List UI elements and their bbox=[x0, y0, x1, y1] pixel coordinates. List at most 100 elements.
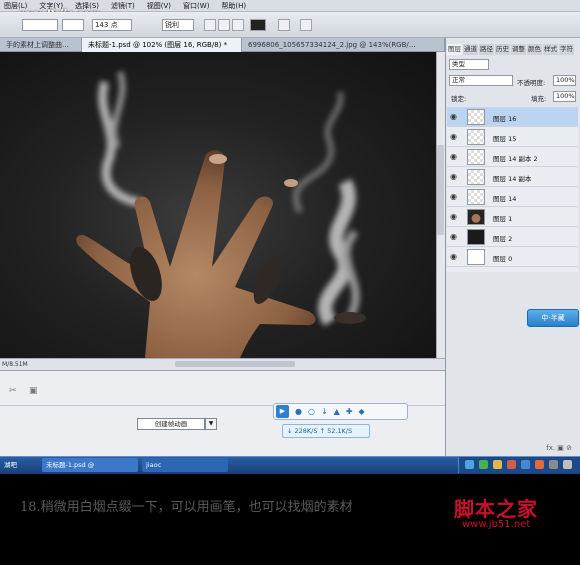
document-tabs: 手的素材上调整曲… 未标题-1.psd @ 102% (图层 16, RGB/8… bbox=[0, 38, 445, 52]
layer-name: 图层 14 副本 2 bbox=[493, 155, 538, 163]
menu-item[interactable]: 窗口(W) bbox=[183, 1, 209, 11]
align-left-icon[interactable] bbox=[204, 19, 216, 31]
search-icon[interactable]: ○ bbox=[308, 407, 315, 416]
antialias-select[interactable]: 锐利 bbox=[162, 19, 194, 31]
tray-icon[interactable] bbox=[521, 460, 530, 469]
layer-row[interactable]: ◉ 图层 14 副本 bbox=[447, 167, 578, 187]
layer-thumbnail bbox=[467, 189, 485, 205]
tray-icon[interactable] bbox=[563, 460, 572, 469]
menu-item[interactable]: 帮助(H) bbox=[221, 1, 246, 11]
tab-channels[interactable]: 通道 bbox=[463, 44, 478, 55]
eye-icon[interactable]: ◉ bbox=[450, 112, 459, 121]
tutorial-caption: 18.稍微用白烟点缀一下，可以用画笔，也可以找烟的素材 bbox=[20, 500, 353, 515]
vertical-scroll-thumb[interactable] bbox=[437, 145, 444, 235]
user-icon[interactable]: ● bbox=[295, 407, 302, 416]
layer-thumbnail bbox=[467, 129, 485, 145]
layer-row[interactable]: ◉ 图层 16 bbox=[447, 107, 578, 127]
layer-row[interactable]: ◉ 图层 14 副本 2 bbox=[447, 147, 578, 167]
layer-filter-row: 类型 bbox=[447, 58, 578, 71]
warp-text-icon[interactable] bbox=[278, 19, 290, 31]
tab-styles[interactable]: 样式 bbox=[543, 44, 558, 55]
eye-icon[interactable]: ◉ bbox=[450, 152, 459, 161]
menu-item[interactable]: 滤镜(T) bbox=[111, 1, 135, 11]
font-family-select[interactable] bbox=[22, 19, 58, 31]
create-frame-animation-button[interactable]: 创建帧动画 bbox=[137, 418, 205, 430]
tray-icon[interactable] bbox=[493, 460, 502, 469]
taskbar-item-photoshop[interactable]: 未标题-1.psd @ bbox=[42, 458, 138, 472]
scissors-icon[interactable]: ✂ bbox=[9, 386, 17, 396]
font-style-select[interactable] bbox=[62, 19, 84, 31]
tab-color[interactable]: 颜色 bbox=[527, 44, 542, 55]
layer-row[interactable]: ◉ 图层 0 bbox=[447, 247, 578, 267]
layer-thumbnail bbox=[467, 229, 485, 245]
eye-icon[interactable]: ◉ bbox=[450, 172, 459, 181]
layer-row[interactable]: ◉ 图层 14 bbox=[447, 187, 578, 207]
layer-row[interactable]: ◉ 图层 1 bbox=[447, 207, 578, 227]
hand bbox=[76, 150, 366, 358]
brand-logo: 脚本之家 bbox=[454, 497, 538, 521]
chevron-down-icon[interactable]: ▼ bbox=[205, 418, 217, 430]
layer-thumbnail bbox=[467, 209, 485, 225]
blend-mode-select[interactable]: 正常 bbox=[449, 75, 513, 86]
opacity-field[interactable]: 100% bbox=[553, 75, 576, 86]
tray-icon[interactable] bbox=[507, 460, 516, 469]
layer-name: 图层 16 bbox=[493, 115, 517, 123]
layer-thumbnail bbox=[467, 249, 485, 265]
menu-item[interactable]: 视图(V) bbox=[147, 1, 171, 11]
tray-icon[interactable] bbox=[535, 460, 544, 469]
frame-icon[interactable]: ▣ bbox=[29, 386, 38, 396]
floating-toolbar: ▶ ● ○ ↓ ▲ ✚ ◆ bbox=[273, 403, 408, 420]
character-panel-icon[interactable] bbox=[300, 19, 312, 31]
font-size-field[interactable]: 143 点 bbox=[92, 19, 132, 31]
tab-history[interactable]: 历史 bbox=[495, 44, 510, 55]
text-color-swatch[interactable] bbox=[250, 19, 266, 31]
tab-paths[interactable]: 路径 bbox=[479, 44, 494, 55]
play-icon[interactable]: ▶ bbox=[276, 405, 289, 418]
tab-document-active[interactable]: 未标题-1.psd @ 102% (图层 16, RGB/8) * bbox=[82, 38, 242, 52]
chat-button[interactable]: 中·半藏 bbox=[527, 309, 579, 327]
eye-icon[interactable]: ◉ bbox=[450, 132, 459, 141]
lock-row: 锁定: 填充: 100% bbox=[447, 90, 578, 103]
taskbar-item-folder[interactable]: jiaoc bbox=[142, 458, 228, 472]
layer-row[interactable]: ◉ 图层 2 bbox=[447, 227, 578, 247]
layer-name: 图层 14 副本 bbox=[493, 175, 532, 183]
tray-icon[interactable] bbox=[549, 460, 558, 469]
system-tray bbox=[458, 457, 580, 473]
kind-filter-select[interactable]: 类型 bbox=[449, 59, 489, 70]
tab-document[interactable]: 手的素材上调整曲… bbox=[0, 38, 82, 52]
options-bar: 143 点 锐利 bbox=[0, 12, 580, 38]
layer-row[interactable]: ◉ 图层 15 bbox=[447, 127, 578, 147]
layer-name: 图层 1 bbox=[493, 215, 513, 223]
settings-icon[interactable]: ✚ bbox=[346, 407, 353, 416]
document-size: M/8.51M bbox=[2, 361, 28, 368]
align-center-icon[interactable] bbox=[218, 19, 230, 31]
horizontal-scroll-thumb[interactable] bbox=[175, 361, 295, 367]
hand-artwork bbox=[76, 71, 366, 358]
layers-list: ◉ 图层 16 ◉ 图层 15 ◉ 图层 14 副本 2 ◉ 图层 14 副本 ◉ 图层 14 ◉ 图… bbox=[447, 107, 578, 272]
layers-panel-footer-icons[interactable]: fx. ▣ ⊘ bbox=[447, 444, 578, 454]
blend-row: 正常 不透明度: 100% bbox=[447, 74, 578, 87]
align-right-icon[interactable] bbox=[232, 19, 244, 31]
eye-icon[interactable]: ◉ bbox=[450, 192, 459, 201]
brand-url: www.jb51.net bbox=[462, 519, 531, 530]
tab-layers[interactable]: 图层 bbox=[447, 44, 462, 55]
document-canvas[interactable] bbox=[0, 52, 436, 358]
eye-icon[interactable]: ◉ bbox=[450, 232, 459, 241]
tab-character[interactable]: 字符 bbox=[559, 44, 574, 55]
eye-icon[interactable]: ◉ bbox=[450, 212, 459, 221]
taskbar-item[interactable]: 湖吧 bbox=[0, 458, 38, 472]
download-icon[interactable]: ↓ bbox=[321, 407, 328, 416]
lock-label: 锁定: bbox=[451, 95, 467, 103]
tray-icon[interactable] bbox=[465, 460, 474, 469]
fill-field[interactable]: 100% bbox=[553, 91, 576, 102]
layer-name: 图层 15 bbox=[493, 135, 517, 143]
tab-document[interactable]: 6996806_105657334124_2.jpg @ 143%(RGB/… bbox=[242, 38, 445, 52]
fill-label: 填充: bbox=[531, 95, 547, 103]
opacity-label: 不透明度: bbox=[517, 79, 546, 87]
location-icon[interactable]: ◆ bbox=[359, 407, 365, 416]
panel-tabs: 图层 通道 路径 历史 调整 颜色 样式 字符 bbox=[447, 44, 580, 55]
eye-icon[interactable]: ◉ bbox=[450, 252, 459, 261]
tray-icon[interactable] bbox=[479, 460, 488, 469]
tab-adjustments[interactable]: 调整 bbox=[511, 44, 526, 55]
lock-icon[interactable]: ▲ bbox=[334, 407, 340, 416]
